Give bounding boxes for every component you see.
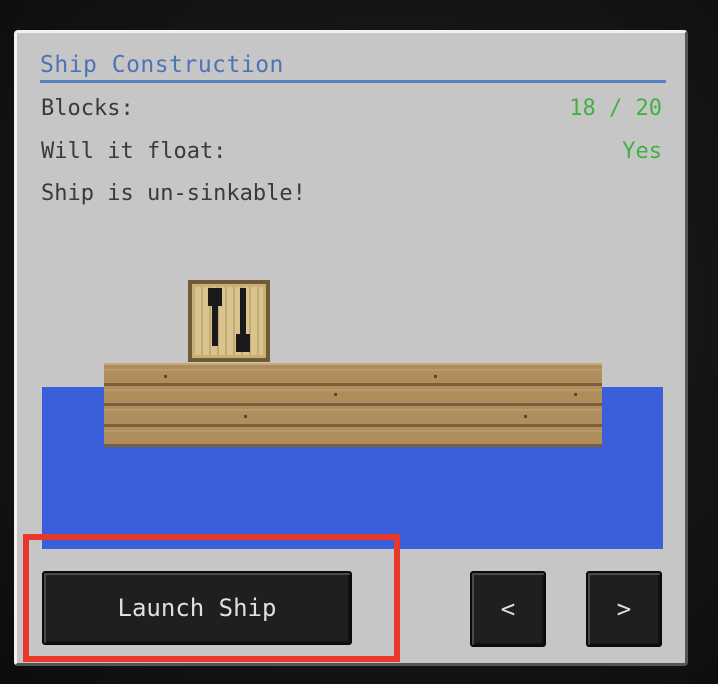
helm-lever-left-handle bbox=[208, 288, 222, 306]
plank-grain bbox=[104, 430, 602, 432]
plank-grain bbox=[104, 409, 602, 411]
nail bbox=[164, 375, 167, 378]
panel-title: Ship Construction bbox=[40, 52, 284, 78]
blocks-label: Blocks: bbox=[41, 96, 134, 121]
plank-grain bbox=[104, 369, 602, 371]
previous-button[interactable]: < bbox=[470, 571, 546, 647]
nail bbox=[574, 393, 577, 396]
ship-status-text: Ship is un-sinkable! bbox=[41, 181, 306, 206]
next-button[interactable]: > bbox=[586, 571, 662, 647]
float-value: Yes bbox=[622, 139, 662, 164]
nail bbox=[434, 375, 437, 378]
blocks-value: 18 / 20 bbox=[569, 96, 662, 121]
title-underline bbox=[40, 80, 666, 83]
helm-wood-face bbox=[195, 287, 263, 355]
plank-seam bbox=[104, 383, 602, 386]
ship-helm-block-icon bbox=[188, 280, 270, 362]
plank-seam bbox=[104, 424, 602, 427]
plank-grain bbox=[104, 389, 602, 391]
helm-lever-right-handle bbox=[236, 334, 250, 352]
launch-ship-button[interactable]: Launch Ship bbox=[42, 571, 352, 645]
plank-seam bbox=[104, 403, 602, 406]
float-label: Will it float: bbox=[41, 139, 227, 164]
ship-deck-preview bbox=[104, 363, 602, 447]
nail bbox=[244, 415, 247, 418]
nail bbox=[334, 393, 337, 396]
nail bbox=[524, 415, 527, 418]
